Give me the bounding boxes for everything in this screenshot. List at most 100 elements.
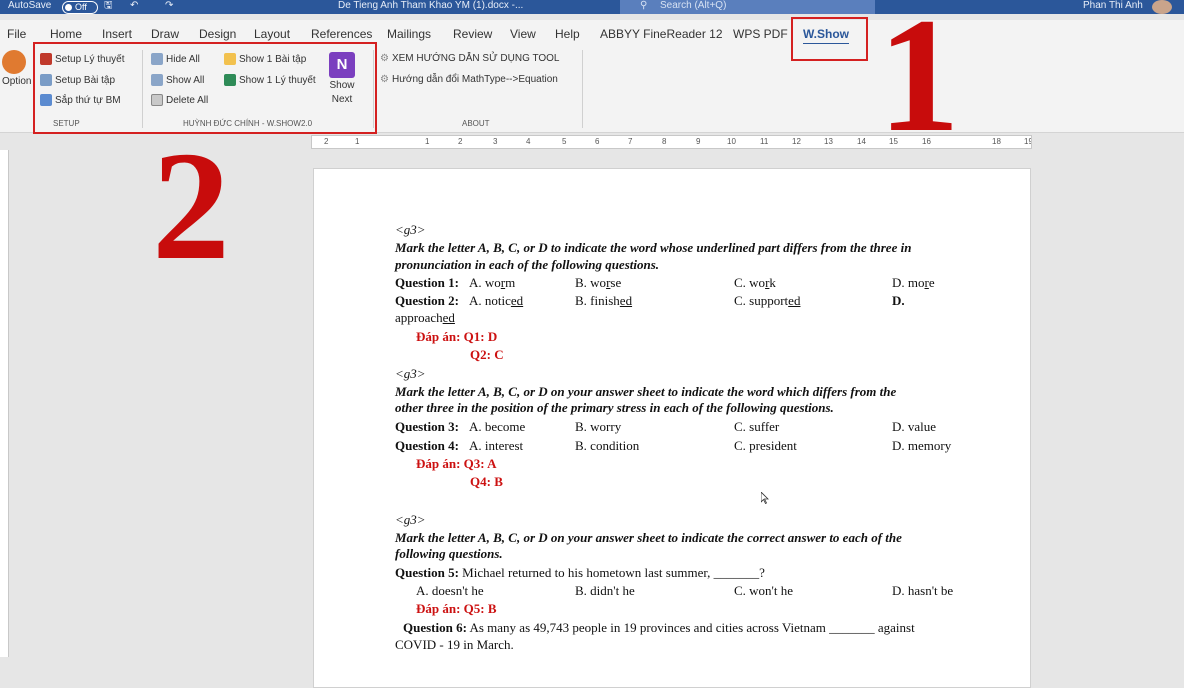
xem-huong-dan-label: XEM HƯỚNG DẪN SỬ DỤNG TOOL bbox=[391, 53, 560, 64]
question-row-1: Question 1: A. worm B. worse C. work D. … bbox=[395, 275, 970, 291]
vertical-ruler[interactable] bbox=[0, 150, 9, 657]
option-b: B. condition bbox=[575, 438, 640, 453]
ruler-tick-label: 12 bbox=[792, 137, 801, 146]
xem-huong-dan-button[interactable]: ⚙ XEM HƯỚNG DẪN SỬ DỤNG TOOL bbox=[380, 53, 560, 64]
option-d: D. memory bbox=[892, 438, 952, 453]
annotation-number-2: 2 bbox=[152, 119, 230, 292]
avatar[interactable] bbox=[1152, 0, 1172, 14]
search-placeholder: Search (Alt+Q) bbox=[660, 0, 727, 11]
section-tag: <g3> bbox=[395, 366, 426, 381]
option-d-continued: approached bbox=[395, 310, 455, 325]
ruler-tick-label: 1 bbox=[425, 137, 430, 146]
ruler-tick-label: 8 bbox=[662, 137, 667, 146]
ruler-tick-label: 2 bbox=[324, 137, 329, 146]
mathtype-guide-label: Hướng dẫn đổi MathType-->Equation bbox=[391, 74, 558, 85]
tab-review[interactable]: Review bbox=[453, 27, 492, 41]
option-b: B. didn't he bbox=[575, 583, 635, 598]
option-d: D. bbox=[892, 293, 905, 308]
ruler-tick-label: 6 bbox=[595, 137, 600, 146]
horizontal-ruler[interactable]: 21123456789101112131415161819 bbox=[311, 135, 1032, 149]
title-bar: AutoSave Off 🖫 ↶ ↷ De Tieng Anh Tham Kha… bbox=[0, 0, 1184, 14]
instruction-line: Mark the letter A, B, C, or D on your an… bbox=[395, 530, 902, 545]
ruler-tick-label: 7 bbox=[628, 137, 633, 146]
about-group-label: ABOUT bbox=[462, 119, 490, 128]
ruler-tick-label: 2 bbox=[458, 137, 463, 146]
question-row-4: Question 4: A. interest B. condition C. … bbox=[395, 438, 970, 454]
option-c: C. work bbox=[734, 275, 776, 290]
ruler-tick-label: 4 bbox=[526, 137, 531, 146]
option-d: D. hasn't be bbox=[892, 583, 954, 598]
instruction-line: Mark the letter A, B, C, or D on your an… bbox=[395, 384, 897, 399]
tab-references[interactable]: References bbox=[311, 27, 372, 41]
question-label: Question 5: bbox=[395, 565, 459, 580]
user-name: Phan Thi Anh bbox=[1083, 0, 1143, 11]
ruler-tick-label: 14 bbox=[857, 137, 866, 146]
undo-icon[interactable]: ↶ bbox=[130, 0, 138, 12]
instruction-line: other three in the position of the prima… bbox=[395, 400, 834, 415]
options-icon bbox=[2, 50, 26, 74]
option-c: C. supported bbox=[734, 293, 801, 308]
ruler-tick-label: 13 bbox=[824, 137, 833, 146]
question-text: Michael returned to his hometown last su… bbox=[462, 565, 765, 580]
ruler-tick-label: 3 bbox=[493, 137, 498, 146]
answer-line: Đáp án: Q5: B bbox=[416, 601, 497, 616]
search-box[interactable]: ⚲ Search (Alt+Q) bbox=[620, 0, 875, 14]
instruction-line: following questions. bbox=[395, 546, 503, 561]
option-d: D. value bbox=[892, 419, 937, 434]
tab-wps-pdf[interactable]: WPS PDF bbox=[733, 27, 788, 41]
question-label: Question 2: bbox=[395, 293, 459, 308]
ruler-tick-label: 11 bbox=[760, 137, 769, 146]
answer-line: Q2: C bbox=[470, 347, 504, 362]
option-a: A. interest bbox=[469, 438, 524, 453]
option-a: A. become bbox=[469, 419, 526, 434]
question-row-2: Question 2: A. noticed B. finished C. su… bbox=[395, 293, 970, 309]
ruler-tick-label: 15 bbox=[889, 137, 898, 146]
question-row-6: Question 6: As many as 49,743 people in … bbox=[403, 620, 915, 636]
tab-mailings[interactable]: Mailings bbox=[387, 27, 431, 41]
question-label: Question 4: bbox=[395, 438, 459, 453]
option-c: C. won't he bbox=[734, 583, 794, 598]
option-b: B. worse bbox=[575, 275, 622, 290]
option-b: B. worry bbox=[575, 419, 622, 434]
question-label: Question 3: bbox=[395, 419, 459, 434]
instruction-line: Mark the letter A, B, C, or D to indicat… bbox=[395, 240, 912, 255]
tab-design[interactable]: Design bbox=[199, 27, 236, 41]
autosave-toggle[interactable]: Off bbox=[58, 1, 98, 14]
save-icon[interactable]: 🖫 bbox=[104, 0, 113, 12]
answer-line: Đáp án: Q1: D bbox=[416, 329, 498, 344]
question-row-3: Question 3: A. become B. worry C. suffer… bbox=[395, 419, 970, 435]
instruction-line: pronunciation in each of the following q… bbox=[395, 257, 660, 272]
ruler-tick-label: 9 bbox=[696, 137, 701, 146]
autosave-label: AutoSave bbox=[8, 0, 52, 11]
ruler-tick-label: 19 bbox=[1024, 137, 1031, 146]
document-title: De Tieng Anh Tham Khao YM (1).docx -... bbox=[338, 0, 524, 11]
tab-home[interactable]: Home bbox=[50, 27, 82, 41]
question-text: As many as 49,743 people in 19 provinces… bbox=[469, 620, 915, 635]
search-icon: ⚲ bbox=[640, 0, 648, 11]
option-a: A. doesn't he bbox=[416, 583, 484, 598]
tab-insert[interactable]: Insert bbox=[102, 27, 132, 41]
ruler-tick-label: 18 bbox=[992, 137, 1001, 146]
options-label: Option bbox=[2, 76, 32, 87]
question-row-5: Question 5: Michael returned to his home… bbox=[395, 565, 765, 581]
tab-draw[interactable]: Draw bbox=[151, 27, 179, 41]
ruler-tick-label: 5 bbox=[562, 137, 567, 146]
tab-help[interactable]: Help bbox=[555, 27, 580, 41]
answer-line: Q4: B bbox=[470, 474, 503, 489]
redo-icon[interactable]: ↷ bbox=[165, 0, 173, 12]
help-icon: ⚙ bbox=[380, 53, 389, 64]
tab-view[interactable]: View bbox=[510, 27, 536, 41]
tab-layout[interactable]: Layout bbox=[254, 27, 290, 41]
tab-abbyy[interactable]: ABBYY FineReader 12 bbox=[600, 27, 723, 41]
ruler-tick-label: 10 bbox=[727, 137, 736, 146]
option-a: A. worm bbox=[469, 275, 516, 290]
option-c: C. suffer bbox=[734, 419, 780, 434]
group-divider bbox=[582, 50, 583, 128]
tab-file[interactable]: File bbox=[7, 27, 26, 41]
mathtype-guide-button[interactable]: ⚙ Hướng dẫn đổi MathType-->Equation bbox=[380, 74, 558, 85]
section-tag: <g3> bbox=[395, 512, 426, 527]
mouse-pointer bbox=[760, 491, 769, 505]
options-button[interactable]: Option bbox=[2, 50, 31, 87]
question-label: Question 6: bbox=[403, 620, 467, 635]
section-tag: <g3> bbox=[395, 222, 426, 237]
